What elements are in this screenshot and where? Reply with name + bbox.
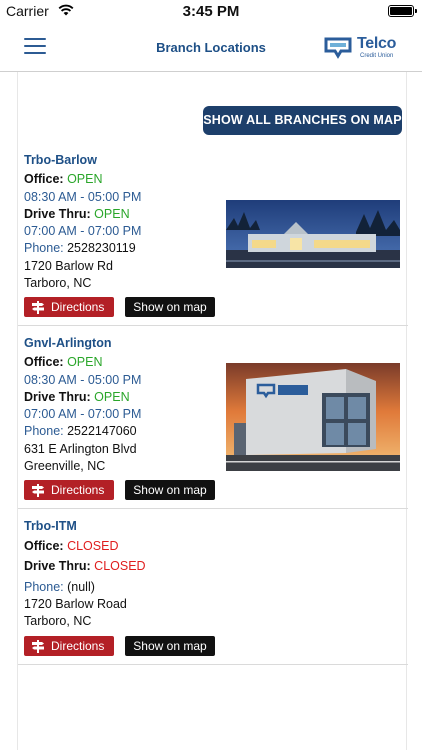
directions-button[interactable]: Directions: [24, 480, 114, 500]
drive-thru-status: OPEN: [94, 390, 130, 404]
address-line-2: Tarboro, NC: [24, 276, 92, 290]
phone-row: Phone: 2528230119: [24, 240, 136, 256]
branch-card: Trbo-Barlow Office: OPEN 08:30 AM - 05:0…: [18, 153, 408, 326]
branch-card: Trbo-ITM Office: CLOSED Drive Thru: CLOS…: [18, 519, 408, 665]
battery-icon: [388, 5, 417, 17]
drive-thru-label: Drive Thru:: [24, 390, 91, 404]
show-on-map-button[interactable]: Show on map: [125, 297, 215, 317]
office-status-row: Office: CLOSED: [24, 538, 118, 554]
drive-thru-hours: 07:00 AM - 07:00 PM: [24, 407, 142, 421]
drive-thru-status-row: Drive Thru: CLOSED: [24, 558, 146, 574]
phone-label: Phone:: [24, 580, 64, 594]
navigation-bar: Branch Locations Telco Credit Union: [0, 22, 422, 72]
drive-thru-status-row: Drive Thru: OPEN: [24, 389, 130, 405]
address-line-1: 631 E Arlington Blvd: [24, 442, 137, 456]
drive-thru-label: Drive Thru:: [24, 559, 91, 573]
office-label: Office:: [24, 539, 64, 553]
logo-name: Telco: [357, 35, 397, 52]
clock: 3:45 PM: [182, 3, 240, 20]
branch-name[interactable]: Trbo-Barlow: [24, 153, 97, 167]
address-line-2: Tarboro, NC: [24, 614, 92, 628]
show-all-branches-button[interactable]: SHOW ALL BRANCHES ON MAP: [203, 106, 402, 135]
directions-button[interactable]: Directions: [24, 636, 114, 656]
logo-mark-icon: [324, 37, 352, 59]
branch-name[interactable]: Gnvl-Arlington: [24, 336, 112, 350]
directions-button[interactable]: Directions: [24, 297, 114, 317]
office-status-row: Office: OPEN: [24, 354, 103, 370]
drive-thru-status: OPEN: [94, 207, 130, 221]
drive-thru-label: Drive Thru:: [24, 207, 91, 221]
directions-label: Directions: [51, 639, 105, 653]
address-line-1: 1720 Barlow Rd: [24, 259, 113, 273]
signpost-icon: [32, 484, 44, 497]
phone-row: Phone: 2522147060: [24, 423, 137, 439]
branch-photo: [226, 200, 400, 268]
office-status: OPEN: [67, 355, 103, 369]
show-on-map-button[interactable]: Show on map: [125, 636, 215, 656]
phone-number[interactable]: 2522147060: [67, 424, 137, 438]
office-status: CLOSED: [67, 539, 119, 553]
drive-thru-status: CLOSED: [94, 559, 146, 573]
directions-label: Directions: [51, 300, 105, 314]
phone-label: Phone:: [24, 241, 64, 255]
branch-card: Gnvl-Arlington Office: OPEN 08:30 AM - 0…: [18, 336, 408, 509]
drive-thru-status-row: Drive Thru: OPEN: [24, 206, 130, 222]
phone-row: Phone: (null): [24, 579, 95, 595]
directions-label: Directions: [51, 483, 105, 497]
address-line-1: 1720 Barlow Road: [24, 597, 127, 611]
phone-number[interactable]: 2528230119: [67, 241, 136, 255]
office-label: Office:: [24, 172, 64, 186]
telco-logo: Telco Credit Union: [324, 34, 404, 62]
branch-name[interactable]: Trbo-ITM: [24, 519, 77, 533]
branch-list: SHOW ALL BRANCHES ON MAP Trbo-Barlow Off…: [17, 72, 408, 750]
phone-number[interactable]: (null): [67, 580, 95, 594]
office-status: OPEN: [67, 172, 103, 186]
office-hours: 08:30 AM - 05:00 PM: [24, 190, 142, 204]
branch-photo: [226, 363, 400, 471]
signpost-icon: [32, 301, 44, 314]
address-line-2: Greenville, NC: [24, 459, 106, 473]
phone-label: Phone:: [24, 424, 64, 438]
signpost-icon: [32, 640, 44, 653]
show-on-map-button[interactable]: Show on map: [125, 480, 215, 500]
logo-subtitle: Credit Union: [360, 53, 394, 59]
drive-thru-hours: 07:00 AM - 07:00 PM: [24, 224, 142, 238]
office-status-row: Office: OPEN: [24, 171, 103, 187]
office-hours: 08:30 AM - 05:00 PM: [24, 373, 142, 387]
status-bar: Carrier 3:45 PM: [0, 0, 422, 22]
office-label: Office:: [24, 355, 64, 369]
